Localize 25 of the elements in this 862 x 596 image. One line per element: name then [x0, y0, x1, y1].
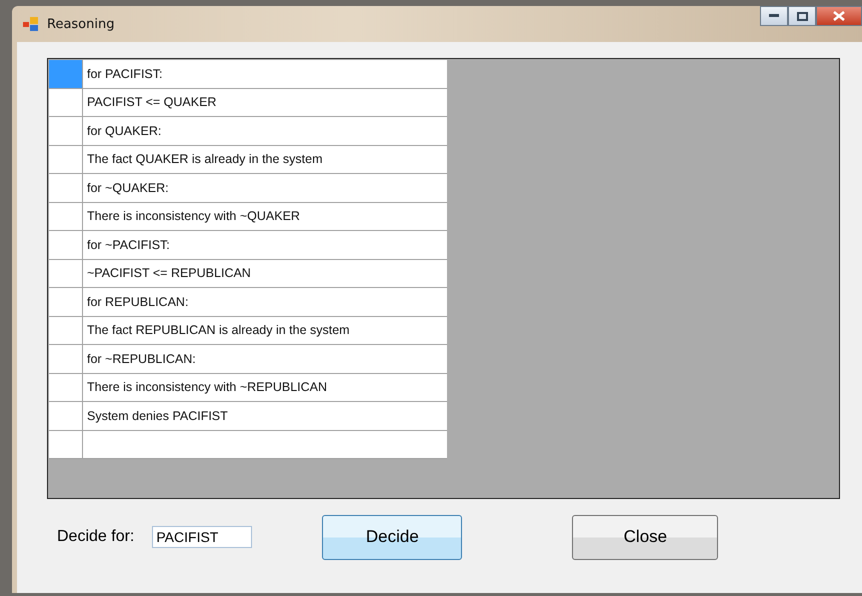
- table-cell-text: System denies PACIFIST: [86, 408, 229, 425]
- decide-button[interactable]: Decide: [322, 514, 462, 560]
- minimize-icon: [769, 14, 779, 18]
- decide-for-label: Decide for:: [57, 528, 134, 546]
- table-cell-text: PACIFIST <= QUAKER: [86, 94, 218, 112]
- close-button[interactable]: [816, 6, 862, 26]
- app-icon: [23, 17, 39, 31]
- maximize-button[interactable]: [788, 6, 816, 26]
- table-cell-text: for ~QUAKER:: [86, 180, 170, 197]
- table-cell-text: There is inconsistency with ~REPUBLICAN: [86, 379, 328, 396]
- table-cell-text: The fact QUAKER is already in the system: [86, 151, 324, 168]
- window-title: Reasoning: [47, 16, 114, 32]
- close-dialog-button[interactable]: Close: [572, 514, 718, 560]
- table-cell-text: The fact REPUBLICAN is already in the system: [86, 322, 351, 340]
- table-cell-text: for PACIFIST:: [86, 66, 164, 83]
- table-cell-text: for ~REPUBLICAN:: [86, 350, 197, 368]
- close-icon: [833, 11, 845, 21]
- decide-for-field[interactable]: PACIFIST: [152, 526, 252, 548]
- table-cell-text: for ~PACIFIST:: [86, 236, 171, 254]
- table-cell-text: ~PACIFIST <= REPUBLICAN: [86, 265, 252, 282]
- minimize-button[interactable]: [760, 6, 788, 26]
- table-cell-text: for QUAKER:: [86, 122, 162, 140]
- maximize-icon: [796, 12, 808, 20]
- table-cell-text: There is inconsistency with ~QUAKER: [86, 208, 301, 226]
- table-cell-text: for REPUBLICAN:: [86, 294, 190, 311]
